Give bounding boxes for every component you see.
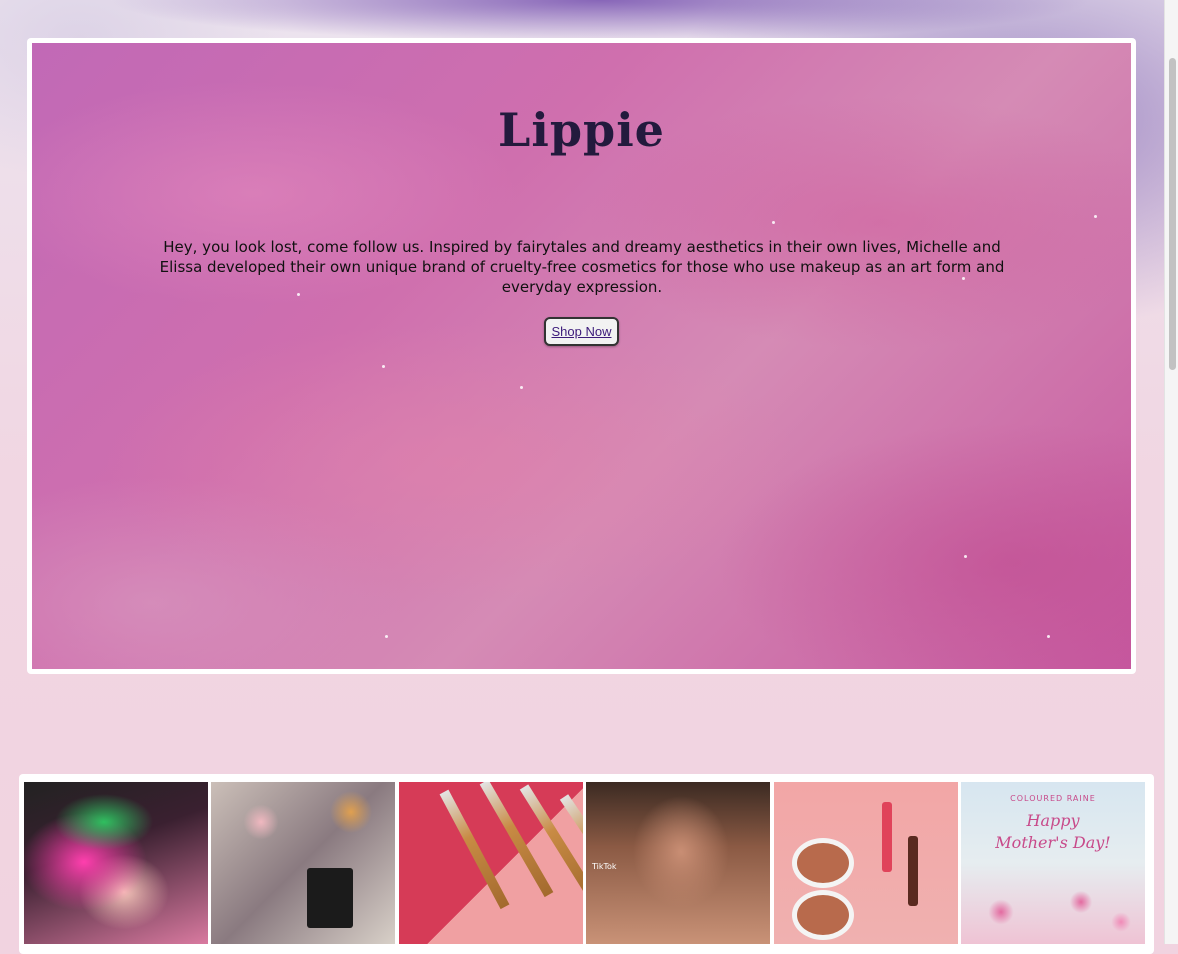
lipstick-shape: [908, 836, 918, 906]
gallery-image-pink-eye-makeup[interactable]: [24, 782, 208, 944]
image-caption-line: Mother's Day!: [995, 833, 1111, 852]
gallery-image-cosmetics-flatlay[interactable]: [211, 782, 395, 944]
perfume-bottle-shape: [307, 868, 353, 928]
star-decoration: [1094, 215, 1097, 218]
compact-shape: [792, 838, 854, 888]
hero-section: Lippie Hey, you look lost, come follow u…: [27, 38, 1136, 674]
instagram-gallery: TikTok COLOURED RAINE Happy Mother's Day…: [19, 774, 1154, 954]
star-decoration: [385, 635, 388, 638]
star-decoration: [382, 365, 385, 368]
star-decoration: [520, 386, 523, 389]
hero-banner: Lippie Hey, you look lost, come follow u…: [32, 43, 1131, 669]
star-decoration: [964, 555, 967, 558]
gallery-image-makeup-brushes[interactable]: [399, 782, 583, 944]
hero-description: Hey, you look lost, come follow us. Insp…: [159, 238, 1005, 296]
brand-title: Lippie: [498, 103, 665, 157]
lip-gloss-shape: [882, 802, 892, 872]
gallery-image-mothers-day[interactable]: COLOURED RAINE Happy Mother's Day!: [961, 782, 1145, 944]
star-decoration: [772, 221, 775, 224]
image-brand-text: COLOURED RAINE: [1010, 794, 1096, 803]
compact-shape: [792, 890, 854, 940]
tiktok-watermark: TikTok: [592, 862, 617, 871]
vertical-scrollbar[interactable]: [1164, 0, 1178, 944]
image-caption: Happy Mother's Day!: [961, 810, 1145, 854]
gallery-image-compact-lip-gloss[interactable]: [774, 782, 958, 944]
star-decoration: [1047, 635, 1050, 638]
shop-now-button[interactable]: Shop Now: [544, 317, 619, 346]
image-caption-line: Happy: [1026, 811, 1080, 830]
gallery-image-eyeshadow-tutorial[interactable]: TikTok: [586, 782, 770, 944]
scrollbar-thumb[interactable]: [1169, 58, 1176, 370]
